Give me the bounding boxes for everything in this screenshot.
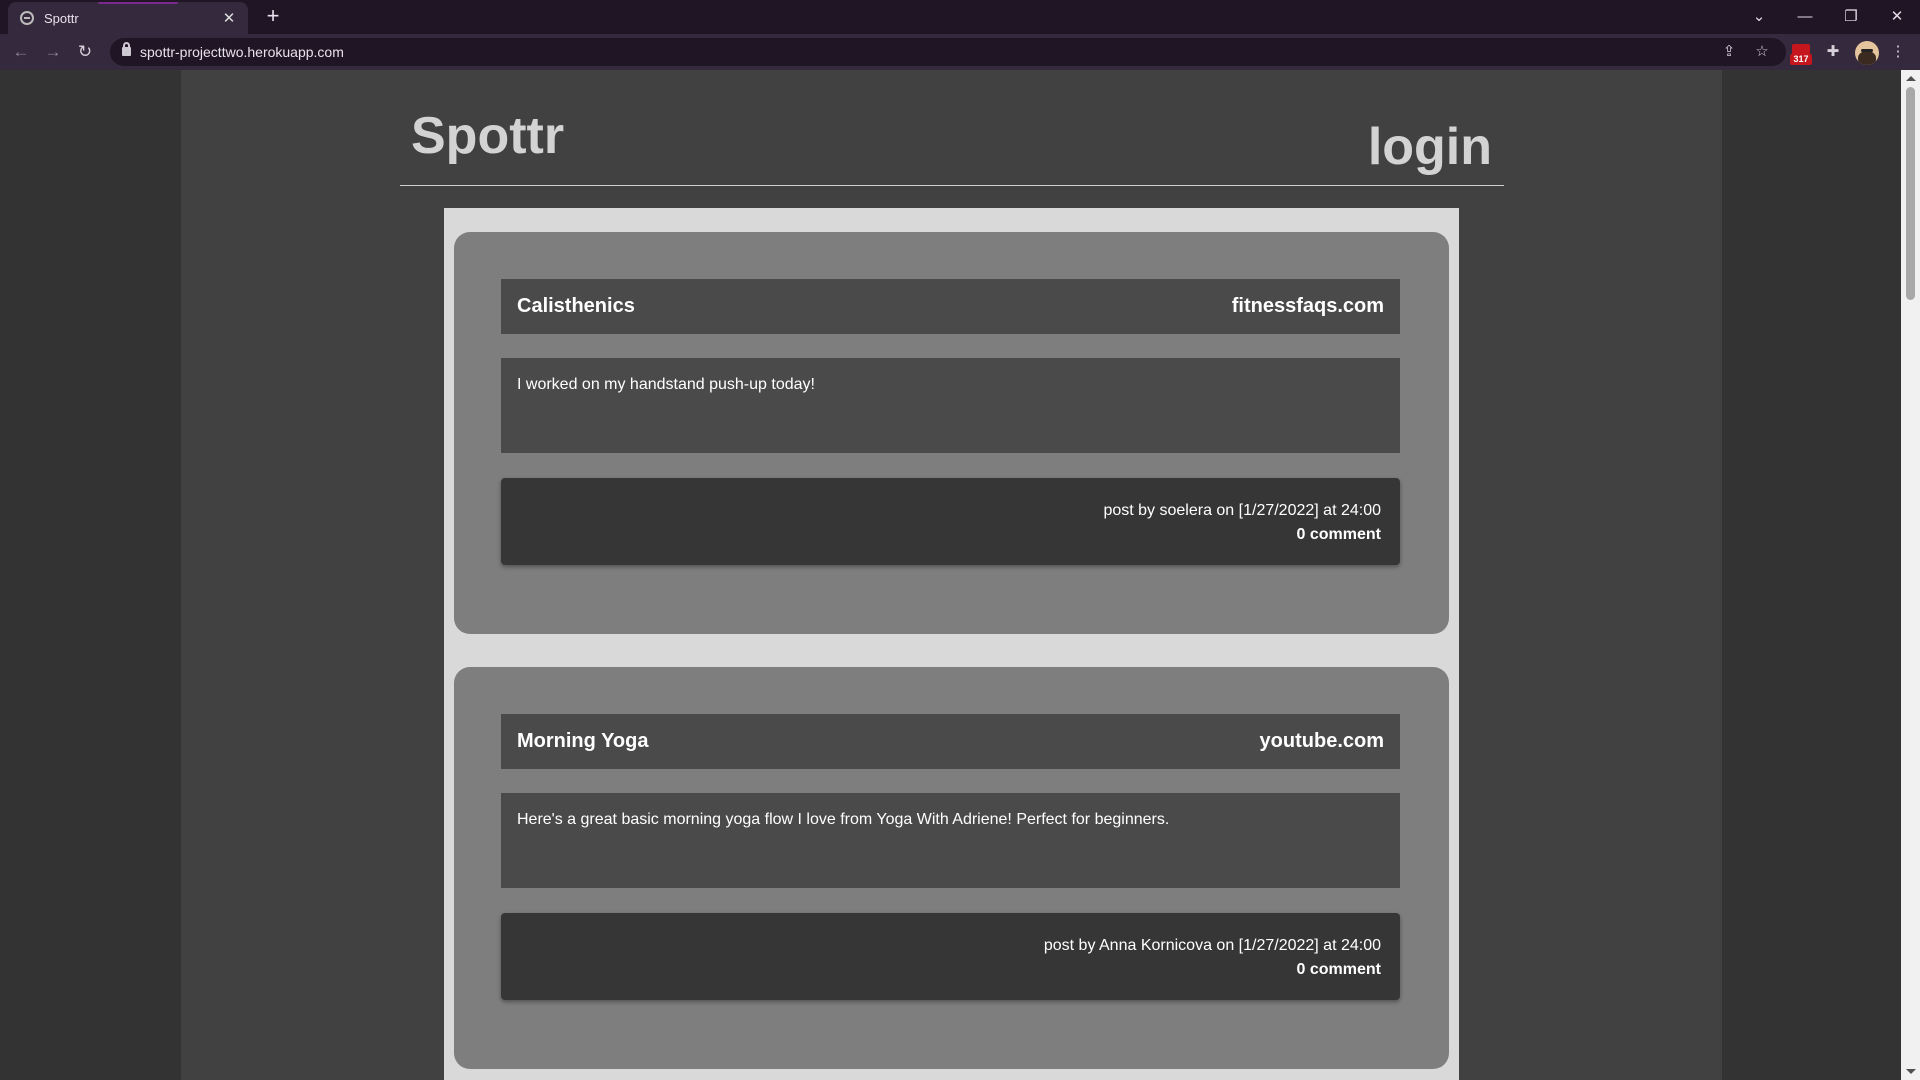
post-title[interactable]: Calisthenics	[517, 295, 635, 318]
mail-extension-icon[interactable]: 317	[1790, 43, 1812, 65]
post-body: Here's a great basic morning yoga flow I…	[501, 793, 1400, 888]
reload-icon[interactable]: ↻	[73, 41, 97, 63]
new-tab-icon[interactable]: +	[262, 5, 284, 27]
profile-avatar[interactable]	[1855, 41, 1879, 65]
tab-search-icon[interactable]: ⌄	[1748, 6, 1770, 28]
post-header: Morning Yoga youtube.com	[501, 714, 1400, 769]
address-url: spottr-projecttwo.herokuapp.com	[140, 44, 344, 60]
forward-icon[interactable]: →	[41, 41, 65, 63]
post-card: Morning Yoga youtube.com Here's a great …	[454, 667, 1449, 1069]
post-footer: post by soelera on [1/27/2022] at 24:00 …	[501, 478, 1400, 565]
page-viewport: Spottr login Calisthenics fitnessfaqs.co…	[0, 70, 1901, 1080]
browser-tab[interactable]: Spottr ✕	[8, 2, 248, 34]
tab-accent-bar	[98, 2, 178, 4]
post-link[interactable]: fitnessfaqs.com	[1232, 295, 1384, 318]
share-icon[interactable]: ⇪	[1718, 41, 1740, 63]
post-body: I worked on my handstand push-up today!	[501, 358, 1400, 453]
login-link[interactable]: login	[1368, 117, 1492, 177]
minimize-icon[interactable]: —	[1794, 6, 1816, 28]
globe-icon	[20, 11, 34, 25]
post-meta: post by Anna Kornicova on [1/27/2022] at…	[1043, 937, 1381, 954]
post-meta: post by soelera on [1/27/2022] at 24:00	[1103, 502, 1381, 519]
extension-badge-count: 317	[1790, 54, 1812, 65]
back-icon[interactable]: ←	[9, 41, 33, 63]
comment-count-link[interactable]: 0 comment	[501, 523, 1381, 547]
page-scrollbar[interactable]	[1901, 70, 1920, 1080]
close-tab-icon[interactable]: ✕	[220, 9, 238, 27]
kebab-menu-icon[interactable]: ⋮	[1887, 41, 1909, 63]
post-title[interactable]: Morning Yoga	[517, 730, 648, 753]
browser-tab-strip: Spottr ✕ + ⌄ — ❐ ✕	[0, 0, 1920, 34]
site-header: Spottr login	[400, 70, 1504, 186]
address-bar[interactable]: spottr-projecttwo.herokuapp.com	[110, 38, 1786, 66]
browser-toolbar: ← → ↻ spottr-projecttwo.herokuapp.com ⇪ …	[0, 34, 1920, 70]
post-header: Calisthenics fitnessfaqs.com	[501, 279, 1400, 334]
bookmark-star-icon[interactable]: ☆	[1751, 41, 1773, 63]
lock-icon	[122, 42, 131, 56]
comment-count-link[interactable]: 0 comment	[501, 958, 1381, 982]
scroll-down-arrow-icon[interactable]	[1906, 1069, 1916, 1074]
window-close-icon[interactable]: ✕	[1886, 6, 1908, 28]
extensions-puzzle-icon[interactable]: ✚	[1822, 41, 1844, 63]
restore-icon[interactable]: ❐	[1840, 6, 1862, 28]
scroll-up-arrow-icon[interactable]	[1906, 76, 1916, 81]
post-feed: Calisthenics fitnessfaqs.com I worked on…	[444, 208, 1459, 1080]
post-link[interactable]: youtube.com	[1260, 730, 1384, 753]
scroll-thumb[interactable]	[1906, 87, 1915, 300]
tab-title: Spottr	[44, 10, 79, 26]
site-logo[interactable]: Spottr	[411, 106, 564, 166]
post-card: Calisthenics fitnessfaqs.com I worked on…	[454, 232, 1449, 634]
post-footer: post by Anna Kornicova on [1/27/2022] at…	[501, 913, 1400, 1000]
